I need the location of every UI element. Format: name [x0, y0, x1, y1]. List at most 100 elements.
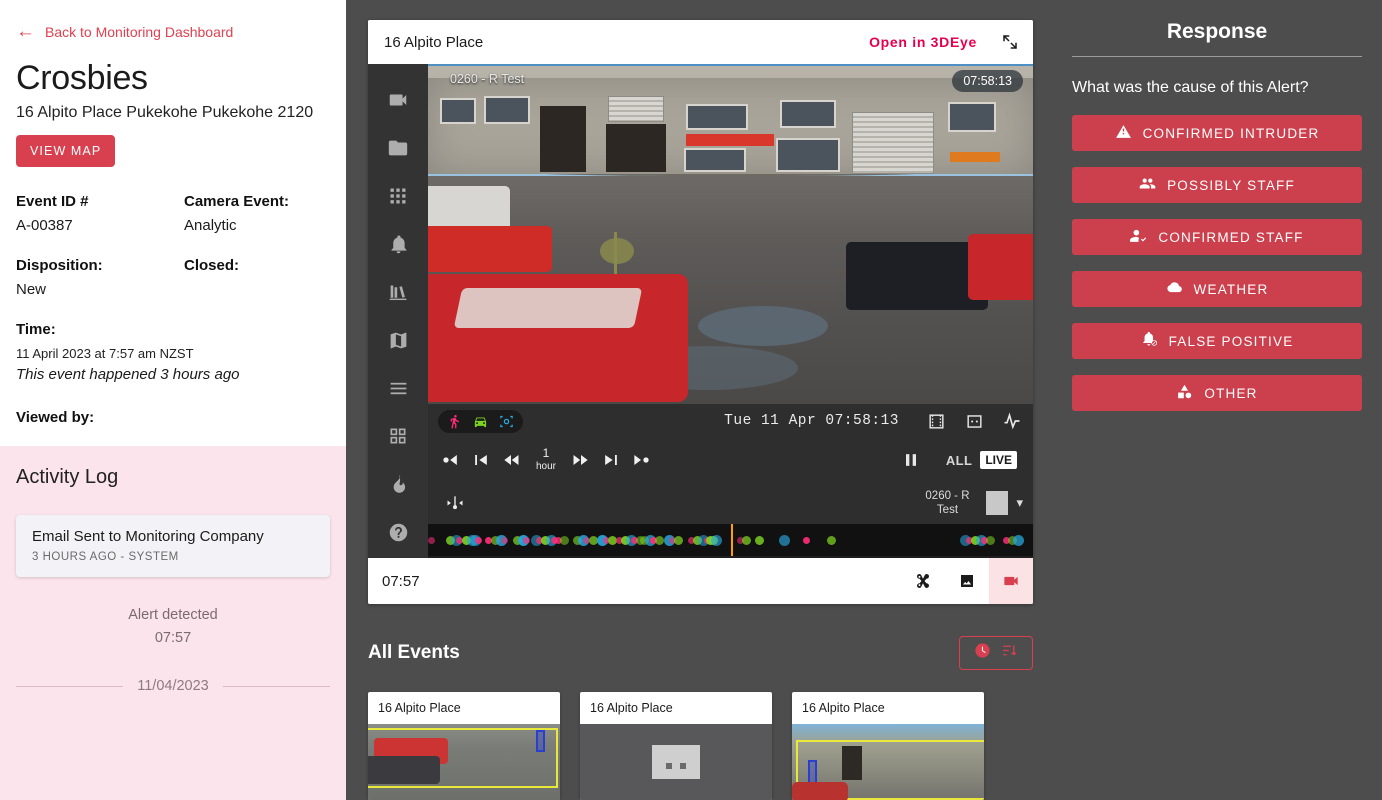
- confirmed-staff-button[interactable]: CONFIRMED STAFF: [1072, 219, 1362, 255]
- meta-event-id: Event ID # A-00387: [16, 193, 184, 235]
- timeline-event-marker[interactable]: [1013, 534, 1025, 546]
- vehicle-filter-icon[interactable]: [472, 413, 489, 430]
- next-frame-icon[interactable]: [598, 446, 624, 474]
- camera-selector[interactable]: 0260 - R Test ▾: [916, 489, 1023, 518]
- flame-icon[interactable]: [376, 460, 420, 508]
- player-header: 16 Alpito Place Open in 3DEye: [368, 20, 1033, 64]
- confirmed-intruder-button[interactable]: CONFIRMED INTRUDER: [1072, 115, 1362, 151]
- fast-forward-icon[interactable]: [568, 446, 594, 474]
- other-button[interactable]: OTHER: [1072, 375, 1362, 411]
- jump-forward-icon[interactable]: [628, 446, 654, 474]
- timeline-event-marker[interactable]: [428, 536, 435, 544]
- focus-region-icon[interactable]: [963, 410, 985, 432]
- timeline-event-marker[interactable]: [522, 536, 530, 544]
- timeline-event-marker[interactable]: [674, 535, 684, 545]
- video-camera-icon[interactable]: [376, 76, 420, 124]
- list-item[interactable]: 16 Alpito Place: [368, 692, 560, 800]
- bell-icon[interactable]: [376, 220, 420, 268]
- response-title: Response: [1166, 20, 1268, 43]
- events-sort-button[interactable]: [959, 636, 1033, 670]
- menu-icon[interactable]: [376, 364, 420, 412]
- timeline-event-marker[interactable]: [803, 536, 811, 544]
- timeline-event-marker[interactable]: [778, 534, 790, 546]
- sidebar-details: ← Back to Monitoring Dashboard Crosbies …: [0, 0, 346, 446]
- camera-event-label: Camera Event:: [184, 193, 290, 211]
- open-in-3deye-link[interactable]: Open in 3DEye: [869, 34, 977, 50]
- timeline-marker-icon[interactable]: [444, 492, 466, 514]
- shapes-icon: [1176, 383, 1193, 403]
- grid-squares-icon[interactable]: [376, 412, 420, 460]
- event-card-label: 16 Alpito Place: [378, 701, 461, 715]
- weather-button[interactable]: WEATHER: [1072, 271, 1362, 307]
- event-card-thumbnail-placeholder[interactable]: [580, 724, 772, 800]
- record-video-button[interactable]: [989, 558, 1033, 604]
- list-item[interactable]: 16 Alpito Place: [580, 692, 772, 800]
- timeline-event-marker[interactable]: [500, 536, 508, 544]
- clock-icon: [974, 642, 991, 664]
- jump-back-icon[interactable]: [438, 446, 464, 474]
- camera-video-frame[interactable]: 0260 - R Test 07:58:13: [428, 64, 1033, 404]
- snapshot-icon[interactable]: [945, 558, 989, 604]
- timeline-event-marker[interactable]: [827, 535, 837, 545]
- meta-row-status: Disposition: New Closed:: [16, 257, 330, 299]
- timeline-event-marker[interactable]: [986, 535, 996, 545]
- weather-label: WEATHER: [1193, 281, 1269, 297]
- event-card-label: 16 Alpito Place: [802, 701, 885, 715]
- film-strip-icon[interactable]: [925, 410, 947, 432]
- activity-date-divider: 11/04/2023: [16, 678, 330, 694]
- step-interval-value: 1: [542, 446, 550, 461]
- apps-grid-icon[interactable]: [376, 172, 420, 220]
- pause-button[interactable]: [898, 447, 924, 473]
- false-positive-label: FALSE POSITIVE: [1168, 333, 1294, 349]
- activity-pulse-icon[interactable]: [1001, 410, 1023, 432]
- clip-export-icon[interactable]: [901, 558, 945, 604]
- event-id-value: A-00387: [16, 217, 73, 235]
- step-interval-selector[interactable]: 1 hour: [528, 446, 564, 473]
- timeline-event-marker[interactable]: [655, 535, 665, 545]
- event-meta: Event ID # A-00387 Camera Event: Analyti…: [16, 193, 330, 299]
- tab-all[interactable]: ALL: [946, 453, 972, 468]
- timeline-event-marker[interactable]: [711, 534, 723, 546]
- person-filter-icon[interactable]: [446, 413, 463, 430]
- event-timeline[interactable]: [428, 524, 1033, 556]
- camera-thumbnail-swatch: [986, 491, 1009, 515]
- fullscreen-icon[interactable]: [1001, 33, 1019, 51]
- activity-date-label: 11/04/2023: [137, 678, 209, 695]
- response-divider: [1072, 56, 1362, 57]
- timeline-event-marker[interactable]: [560, 535, 570, 545]
- meta-closed: Closed:: [184, 257, 346, 299]
- event-card-thumbnail[interactable]: [792, 724, 984, 800]
- folder-icon[interactable]: [376, 124, 420, 172]
- timeline-event-marker[interactable]: [475, 536, 483, 544]
- back-to-dashboard-link[interactable]: ← Back to Monitoring Dashboard: [16, 22, 330, 41]
- page-title: Crosbies: [16, 59, 148, 97]
- sort-descending-icon: [1001, 642, 1018, 664]
- timeline-event-marker[interactable]: [741, 535, 751, 545]
- player-title: 16 Alpito Place: [384, 33, 484, 51]
- timeline-event-marker[interactable]: [588, 535, 598, 545]
- camera-event-value: Analytic: [184, 217, 237, 235]
- help-icon[interactable]: [376, 508, 420, 556]
- stream-mode-toggle: ALL LIVE: [946, 451, 1017, 469]
- timeline-playhead[interactable]: [730, 524, 733, 556]
- site-address: 16 Alpito Place Pukekohe Pukekohe 2120: [16, 104, 314, 122]
- video-building-facade: [428, 78, 1033, 174]
- time-relative: This event happened 3 hours ago: [16, 366, 240, 384]
- false-positive-button[interactable]: FALSE POSITIVE: [1072, 323, 1362, 359]
- map-icon[interactable]: [376, 316, 420, 364]
- event-time-block: Time: 11 April 2023 at 7:57 am NZST This…: [16, 321, 330, 383]
- previous-frame-icon[interactable]: [468, 446, 494, 474]
- view-map-button[interactable]: VIEW MAP: [16, 135, 116, 168]
- video-ground: [428, 176, 1033, 404]
- possibly-staff-button[interactable]: POSSIBLY STAFF: [1072, 167, 1362, 203]
- event-card-thumbnail[interactable]: [368, 724, 560, 800]
- object-filter-icon[interactable]: [498, 413, 515, 430]
- rewind-icon[interactable]: [498, 446, 524, 474]
- timeline-event-marker[interactable]: [754, 535, 764, 545]
- center-column: 16 Alpito Place Open in 3DEye 0260 - R T…: [346, 0, 1056, 800]
- list-item[interactable]: Email Sent to Monitoring Company 3 HOURS…: [16, 515, 330, 578]
- list-item[interactable]: 16 Alpito Place: [792, 692, 984, 800]
- tab-live[interactable]: LIVE: [980, 451, 1017, 469]
- library-icon[interactable]: [376, 268, 420, 316]
- activity-log-title: Activity Log: [16, 466, 119, 489]
